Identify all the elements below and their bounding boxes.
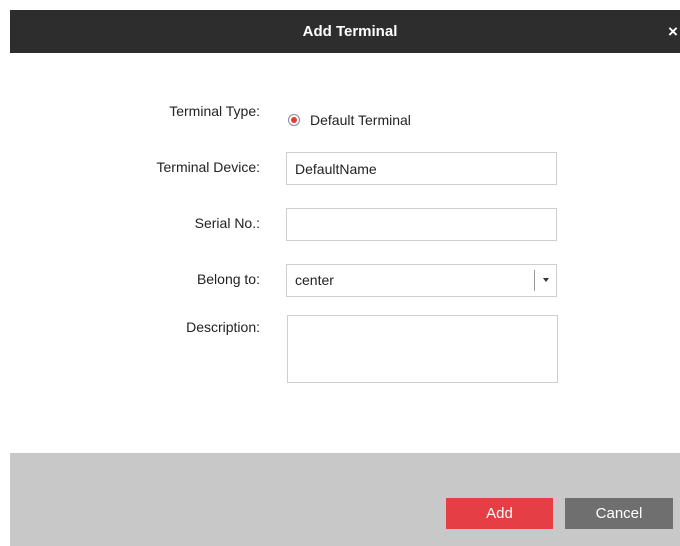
description-label: Description: [186,319,260,335]
terminal-device-input[interactable] [286,152,557,185]
add-terminal-dialog: Add Terminal × Terminal Type: Default Te… [10,10,680,546]
select-divider [534,270,535,291]
add-button[interactable]: Add [446,498,553,529]
belong-to-value: center [295,272,334,288]
radio-selected-icon[interactable] [288,114,300,126]
dialog-title: Add Terminal [302,23,398,40]
cancel-button[interactable]: Cancel [565,498,673,529]
serial-no-label: Serial No.: [194,215,260,231]
terminal-device-label: Terminal Device: [156,159,260,175]
chevron-down-icon[interactable] [543,278,549,282]
terminal-type-option-label: Default Terminal [310,112,411,128]
terminal-type-label: Terminal Type: [169,103,260,119]
serial-no-input[interactable] [286,208,557,241]
radio-dot-icon [291,117,297,123]
close-icon[interactable]: × [668,23,680,41]
description-textarea[interactable] [287,315,558,383]
terminal-type-option[interactable]: Default Terminal [288,111,411,129]
belong-to-select[interactable]: center [286,264,557,297]
belong-to-label: Belong to: [196,271,260,287]
